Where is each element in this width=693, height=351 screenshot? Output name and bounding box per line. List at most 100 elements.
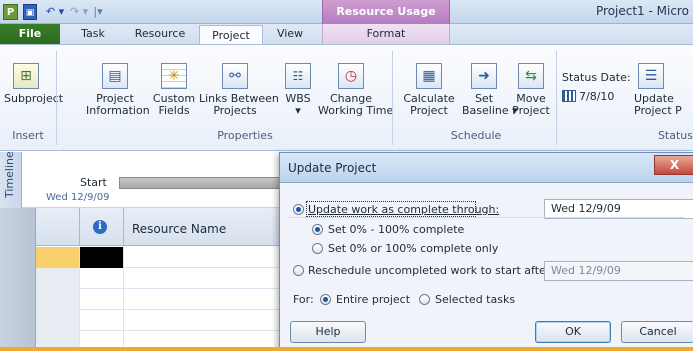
selected-tasks-radio[interactable] [419, 294, 430, 305]
timeline-start-date: Wed 12/9/09 [46, 192, 110, 203]
group-properties-label: Properties [217, 129, 273, 142]
ribbon-tabs: File Task Resource Project View Format [0, 24, 693, 45]
update-project-button[interactable]: ☰ Update Project P [634, 63, 693, 117]
group-status-label: Status [657, 129, 693, 142]
selected-tasks-label: Selected tasks [435, 293, 516, 306]
wbs-icon: ☷ [285, 63, 311, 89]
indicator-cell[interactable] [80, 247, 124, 268]
group-schedule-label: Schedule [450, 129, 502, 142]
custom-fields-button[interactable]: ✳ Custom Fields [150, 63, 198, 117]
project-information-label-2: Information [86, 104, 150, 117]
row-id-header[interactable] [36, 208, 80, 246]
redo-icon[interactable]: ↷ ▾ [68, 4, 90, 20]
indicator-cell[interactable] [80, 289, 124, 310]
update-work-radio[interactable] [293, 204, 304, 215]
links-between-projects-label-2: Projects [213, 104, 257, 117]
tab-resource[interactable]: Resource [128, 24, 192, 44]
reschedule-label: Reschedule uncompleted work to start aft… [308, 264, 554, 277]
update-project-label-2: Project P [634, 104, 682, 117]
title-bar: P ▣ ↶ ▾ ↷ ▾ |▾ Resource Usage Tools Proj… [0, 0, 693, 42]
close-button[interactable]: X [654, 155, 693, 175]
row-id-cell[interactable] [36, 268, 80, 289]
group-insert-label: Insert [12, 129, 44, 142]
for-label: For: [293, 293, 314, 306]
move-project-label-2: Project [512, 104, 550, 117]
customize-quick-access-icon[interactable]: |▾ [92, 4, 104, 20]
links-between-projects-icon: ⚯ [222, 63, 248, 89]
change-working-time-label-2: Working Time [318, 104, 394, 117]
baseline-icon: ➜ [471, 63, 497, 89]
wbs-dropdown-arrow: ▾ [295, 104, 301, 117]
dialog-body: Update work as complete through: Wed 12/… [280, 184, 693, 351]
tab-project[interactable]: Project [199, 25, 263, 45]
dialog-divider [288, 217, 684, 218]
reschedule-radio[interactable] [293, 265, 304, 276]
subproject-button[interactable]: ⊞ Subproject [4, 63, 64, 105]
custom-fields-label-2: Fields [158, 104, 190, 117]
calendar-clock-icon: ◷ [338, 63, 364, 89]
set-0-100-radio[interactable] [312, 224, 323, 235]
resource-name-header-label: Resource Name [132, 222, 227, 236]
set-0-100-label: Set 0% - 100% complete [328, 223, 465, 236]
group-divider [56, 51, 57, 145]
undo-icon[interactable]: ↶ ▾ [44, 4, 66, 20]
calculate-project-label-2: Project [410, 104, 448, 117]
set-baseline-label-2: Baseline ▾ [462, 104, 518, 117]
save-icon[interactable]: ▣ [23, 4, 37, 20]
dialog-title-bar[interactable]: Update Project X [280, 153, 693, 183]
window-border [0, 347, 693, 351]
dialog-title: Update Project [288, 161, 377, 175]
contextual-tools-header: Resource Usage Tools [322, 0, 450, 42]
reschedule-date-field[interactable]: Wed 12/9/09 [544, 261, 693, 281]
set-0-or-100-radio[interactable] [312, 243, 323, 254]
update-project-dialog: Update Project X Update work as complete… [279, 152, 693, 351]
indicator-cell[interactable] [80, 268, 124, 289]
indicators-header[interactable]: i [80, 208, 124, 246]
calculator-icon: ▦ [416, 63, 442, 89]
project-information-button[interactable]: ▤ Project Information [86, 63, 150, 117]
app-icon[interactable]: P [3, 4, 18, 20]
help-button[interactable]: Help [290, 321, 366, 343]
calendar-icon [562, 90, 576, 102]
change-working-time-button[interactable]: ◷ Change Working Time [318, 63, 394, 117]
tab-view[interactable]: View [270, 24, 310, 44]
view-bar [0, 208, 36, 351]
custom-fields-icon: ✳ [161, 63, 187, 89]
tab-file[interactable]: File [0, 24, 60, 44]
group-divider [392, 51, 393, 145]
window-title: Project1 - Micro [596, 4, 689, 18]
status-date-button[interactable]: 7/8/10 [562, 90, 614, 103]
entire-project-radio[interactable] [320, 294, 331, 305]
wbs-button[interactable]: ☷ WBS ▾ [282, 63, 314, 117]
ribbon: ⊞ Subproject Insert ▤ Project Informatio… [0, 44, 693, 151]
timeline-tab-label: Timeline [3, 151, 16, 198]
tab-format[interactable]: Format [322, 24, 450, 44]
row-id-cell[interactable] [36, 247, 80, 268]
set-0-or-100-label: Set 0% or 100% complete only [328, 242, 499, 255]
cancel-button[interactable]: Cancel [621, 321, 693, 343]
status-date-label: Status Date: [562, 71, 631, 84]
timeline-tab[interactable]: Timeline [0, 151, 22, 208]
calculate-project-button[interactable]: ▦ Calculate Project [400, 63, 458, 117]
links-between-projects-button[interactable]: ⚯ Links Between Projects [199, 63, 279, 117]
subproject-label: Subproject [4, 92, 64, 105]
row-id-cell[interactable] [36, 289, 80, 310]
set-baseline-button[interactable]: ➜ Set Baseline ▾ [462, 63, 518, 117]
group-divider [556, 51, 557, 145]
update-work-date-field[interactable]: Wed 12/9/09 [544, 199, 693, 219]
ok-button[interactable]: OK [535, 321, 611, 343]
tab-task[interactable]: Task [76, 24, 110, 44]
move-project-icon: ⇆ [518, 63, 544, 89]
info-icon: i [93, 220, 107, 234]
update-work-label: Update work as complete through: [308, 203, 500, 216]
subproject-icon: ⊞ [13, 63, 39, 89]
move-project-button[interactable]: ⇆ Move Project [510, 63, 552, 117]
update-project-icon: ☰ [638, 63, 664, 89]
timeline-start-label: Start [80, 176, 107, 189]
entire-project-label: Entire project [336, 293, 411, 306]
status-date-value: 7/8/10 [579, 90, 615, 103]
row-id-cell[interactable] [36, 310, 80, 331]
indicator-cell[interactable] [80, 310, 124, 331]
timeline-bar[interactable] [119, 177, 287, 189]
project-information-icon: ▤ [102, 63, 128, 89]
